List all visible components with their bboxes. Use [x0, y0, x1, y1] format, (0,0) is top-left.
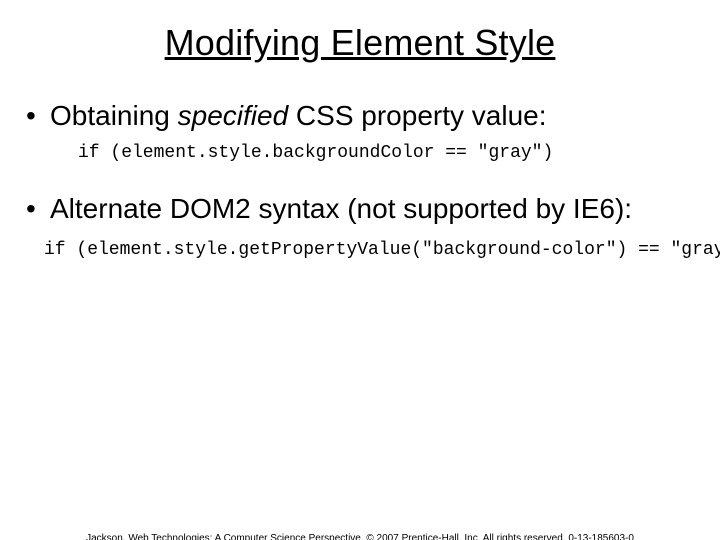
slide-body: • Obtaining specified CSS property value… [0, 98, 720, 260]
bullet-dot: • [22, 98, 50, 133]
bullet-2: • Alternate DOM2 syntax (not supported b… [22, 191, 692, 226]
bullet-1-prefix: Obtaining [50, 100, 178, 131]
bullet-1: • Obtaining specified CSS property value… [22, 98, 692, 133]
bullet-1-text: Obtaining specified CSS property value: [50, 98, 692, 133]
bullet-dot: • [22, 191, 50, 226]
slide: Modifying Element Style • Obtaining spec… [0, 22, 720, 540]
slide-title: Modifying Element Style [0, 22, 720, 64]
code-block-1: if (element.style.backgroundColor == "gr… [78, 143, 692, 163]
bullet-2-text: Alternate DOM2 syntax (not supported by … [50, 191, 692, 226]
bullet-1-suffix: CSS property value: [288, 100, 546, 131]
slide-footer: Jackson, Web Technologies: A Computer Sc… [0, 533, 720, 540]
bullet-1-italic: specified [178, 100, 289, 131]
code-block-2: if (element.style.getPropertyValue("back… [44, 240, 692, 260]
